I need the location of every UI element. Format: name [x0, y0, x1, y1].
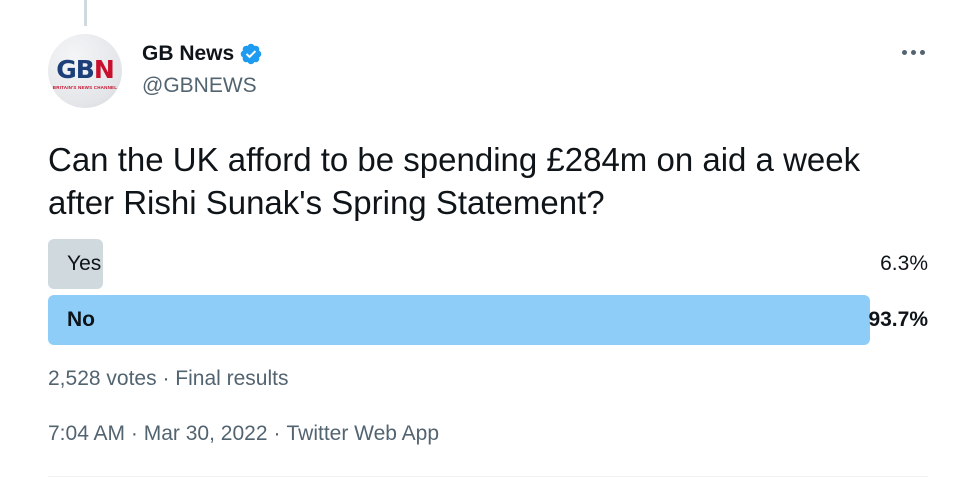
tweet-source-link[interactable]: Twitter Web App	[287, 422, 440, 446]
tweet-meta: 7:04 AM · Mar 30, 2022 · Twitter Web App	[48, 422, 439, 446]
tweet-text: Can the UK afford to be spending £284m o…	[48, 141, 861, 221]
poll-option-no[interactable]: No 93.7%	[48, 295, 928, 345]
tweet-date: Mar 30, 2022	[143, 422, 268, 445]
separator: ·	[130, 422, 138, 445]
poll-option-percent: 6.3%	[880, 252, 928, 275]
divider	[48, 476, 928, 477]
poll-bar-no	[48, 295, 870, 345]
avatar[interactable]: GBN BRITAIN'S NEWS CHANNEL	[48, 34, 122, 108]
author-name-row[interactable]: GB News	[142, 42, 263, 66]
separator: ·	[162, 367, 170, 390]
more-dot	[910, 49, 916, 55]
poll-option-yes[interactable]: Yes 6.3%	[48, 239, 928, 289]
logo-tagline: BRITAIN'S NEWS CHANNEL	[52, 84, 118, 90]
poll-status: Final results	[175, 367, 289, 390]
poll-vote-count: 2,528 votes	[48, 367, 157, 390]
poll-summary: 2,528 votes · Final results	[48, 367, 288, 391]
more-dot	[919, 49, 925, 55]
poll-option-percent: 93.7%	[868, 308, 928, 331]
thread-connector-line	[84, 0, 87, 26]
tweet-timestamp-link[interactable]: 7:04 AM · Mar 30, 2022	[48, 422, 268, 446]
gb-news-logo: GBN	[56, 54, 115, 84]
poll-option-label: Yes	[67, 252, 102, 275]
poll-option-label: No	[67, 308, 95, 331]
verified-badge-icon	[240, 43, 262, 65]
more-dot	[901, 49, 907, 55]
tweet-time: 7:04 AM	[48, 422, 126, 445]
separator: ·	[273, 422, 281, 445]
author-display-name[interactable]: GB News	[142, 42, 234, 66]
author-handle[interactable]: @GBNEWS	[142, 74, 257, 98]
more-options-icon[interactable]	[898, 40, 928, 64]
